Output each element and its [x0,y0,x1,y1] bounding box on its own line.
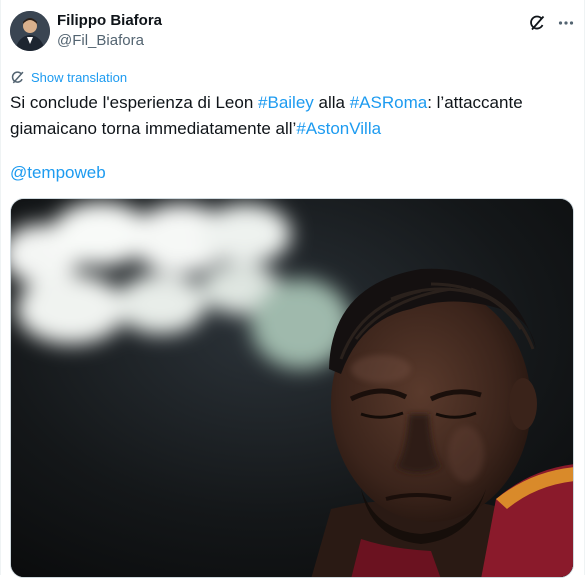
show-translation-link[interactable]: Show translation [10,68,127,86]
hashtag-astonvilla[interactable]: #AstonVilla [296,119,381,138]
tweet-text-line-1: Si conclude l'esperienza di Leon #Bailey… [10,90,570,116]
avatar[interactable] [10,11,50,51]
author-name[interactable]: Filippo Biafora [57,12,162,29]
tweet-text-line-2: giamaicano torna immediatamente all’#Ast… [10,116,570,142]
author-handle[interactable]: @Fil_Biafora [57,32,144,49]
tweet-text-segment: Si conclude l'esperienza di Leon [10,93,259,112]
translate-icon [10,70,25,85]
show-translation-label: Show translation [31,69,128,85]
tweet-card: Filippo Biafora @Fil_Biafora Show transl… [0,0,585,578]
tweet-photo[interactable] [10,198,574,578]
hashtag-bailey[interactable]: #Bailey [258,93,314,112]
hashtag-asroma[interactable]: #ASRoma [350,93,427,112]
more-icon[interactable] [555,12,577,34]
tweet-text: Si conclude l'esperienza di Leon #Bailey… [10,90,570,142]
grok-icon[interactable] [526,12,548,34]
tweet-text-segment: giamaicano torna immediatamente all’ [10,119,297,138]
mention-tempoweb[interactable]: @tempoweb [10,160,106,186]
tweet-text-segment: alla [313,93,350,112]
tweet-text-segment: : l’attaccante [427,93,523,112]
